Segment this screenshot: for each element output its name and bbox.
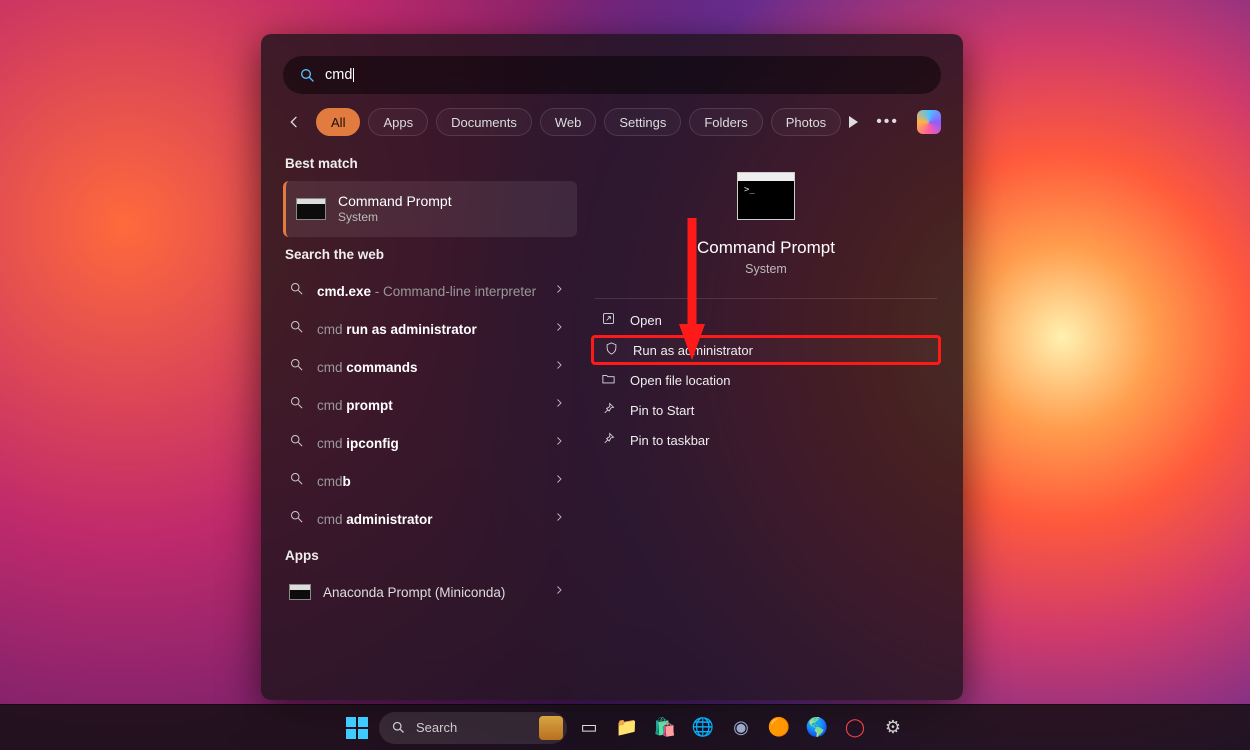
search-icon — [289, 281, 305, 301]
action-label: Run as administrator — [633, 343, 753, 358]
filter-tab-settings[interactable]: Settings — [604, 108, 681, 136]
terminal-icon — [289, 584, 311, 600]
action-label: Open file location — [630, 373, 730, 388]
web-result-label: cmd prompt — [317, 398, 541, 413]
filter-tab-web[interactable]: Web — [540, 108, 597, 136]
command-prompt-icon — [296, 198, 326, 220]
search-icon — [289, 509, 305, 529]
web-result-row[interactable]: cmd.exe - Command-line interpreter — [283, 272, 577, 310]
filter-tabs-row: All Apps Documents Web Settings Folders … — [261, 94, 963, 146]
filter-tab-documents[interactable]: Documents — [436, 108, 532, 136]
app-result-row[interactable]: Anaconda Prompt (Miniconda) — [283, 573, 577, 611]
web-result-row[interactable]: cmd commands — [283, 348, 577, 386]
chrome-icon[interactable]: 🟠 — [763, 712, 795, 744]
detail-title: Command Prompt — [697, 238, 835, 258]
action-label: Pin to Start — [630, 403, 694, 418]
browser-icon[interactable]: 🌎 — [801, 712, 833, 744]
more-options-button[interactable]: ••• — [876, 113, 899, 131]
chevron-right-icon — [553, 358, 567, 376]
pin-icon — [601, 431, 616, 449]
pin-icon — [601, 401, 616, 419]
start-button[interactable] — [341, 712, 373, 744]
action-pintaskbar[interactable]: Pin to taskbar — [591, 425, 941, 455]
action-pinstart[interactable]: Pin to Start — [591, 395, 941, 425]
search-input[interactable]: cmd — [283, 56, 941, 94]
filter-tab-all[interactable]: All — [316, 108, 360, 136]
search-icon — [289, 395, 305, 415]
back-button[interactable] — [283, 108, 304, 136]
section-header-web: Search the web — [285, 247, 583, 262]
open-icon — [601, 311, 616, 329]
chevron-right-icon — [553, 320, 567, 338]
action-label: Pin to taskbar — [630, 433, 710, 448]
best-match-title: Command Prompt — [338, 193, 452, 210]
web-result-label: cmdb — [317, 474, 541, 489]
copilot-icon[interactable] — [917, 110, 941, 134]
start-search-panel: cmd All Apps Documents Web Settings Fold… — [261, 34, 963, 700]
desktop-wallpaper: cmd All Apps Documents Web Settings Fold… — [0, 0, 1250, 750]
filter-tab-apps[interactable]: Apps — [368, 108, 428, 136]
action-runas[interactable]: Run as administrator — [591, 335, 941, 365]
web-result-label: cmd ipconfig — [317, 436, 541, 451]
play-icon[interactable] — [849, 116, 858, 128]
search-icon — [289, 319, 305, 339]
web-result-label: cmd run as administrator — [317, 322, 541, 337]
edge-icon[interactable]: 🌐 — [687, 712, 719, 744]
chevron-right-icon — [553, 396, 567, 414]
action-openloc[interactable]: Open file location — [591, 365, 941, 395]
filter-tab-folders[interactable]: Folders — [689, 108, 762, 136]
search-query-text: cmd — [325, 68, 354, 83]
chevron-right-icon — [553, 472, 567, 490]
web-result-row[interactable]: cmd run as administrator — [283, 310, 577, 348]
search-icon — [299, 67, 315, 83]
filter-tab-photos[interactable]: Photos — [771, 108, 841, 136]
results-left-column: Best match Command Prompt System Search … — [261, 146, 583, 700]
detail-app-icon — [737, 172, 795, 220]
web-result-row[interactable]: cmd administrator — [283, 500, 577, 538]
chevron-right-icon — [553, 510, 567, 528]
task-view-icon[interactable]: ▭ — [573, 712, 605, 744]
taskbar-search[interactable]: Search — [379, 712, 567, 744]
result-detail-pane: Command Prompt System Open Run as adminis… — [583, 146, 963, 700]
web-result-row[interactable]: cmd prompt — [283, 386, 577, 424]
chevron-right-icon — [553, 282, 567, 300]
steam-icon[interactable]: ◉ — [725, 712, 757, 744]
web-result-row[interactable]: cmd ipconfig — [283, 424, 577, 462]
web-result-row[interactable]: cmdb — [283, 462, 577, 500]
chevron-right-icon — [553, 583, 567, 601]
search-icon — [289, 471, 305, 491]
opera-icon[interactable]: ◯ — [839, 712, 871, 744]
section-header-apps: Apps — [285, 548, 583, 563]
action-open[interactable]: Open — [591, 305, 941, 335]
web-result-label: cmd administrator — [317, 512, 541, 527]
search-icon — [289, 357, 305, 377]
search-highlight-decoration — [539, 716, 563, 740]
taskbar: Search ▭ 📁 🛍️ 🌐 ◉ 🟠 🌎 ◯ ⚙ — [0, 704, 1250, 750]
web-result-label: cmd commands — [317, 360, 541, 375]
divider — [595, 298, 937, 299]
folder-icon — [601, 371, 616, 389]
action-label: Open — [630, 313, 662, 328]
shield-icon — [604, 341, 619, 359]
file-explorer-icon[interactable]: 📁 — [611, 712, 643, 744]
search-icon — [391, 720, 406, 735]
settings-icon[interactable]: ⚙ — [877, 712, 909, 744]
taskbar-search-placeholder: Search — [416, 720, 457, 735]
detail-subtitle: System — [745, 262, 787, 276]
chevron-right-icon — [553, 434, 567, 452]
app-result-label: Anaconda Prompt (Miniconda) — [323, 585, 541, 600]
best-match-subtitle: System — [338, 210, 452, 226]
search-icon — [289, 433, 305, 453]
section-header-best-match: Best match — [285, 156, 583, 171]
web-result-label: cmd.exe - Command-line interpreter — [317, 284, 541, 299]
best-match-result[interactable]: Command Prompt System — [283, 181, 577, 237]
store-icon[interactable]: 🛍️ — [649, 712, 681, 744]
